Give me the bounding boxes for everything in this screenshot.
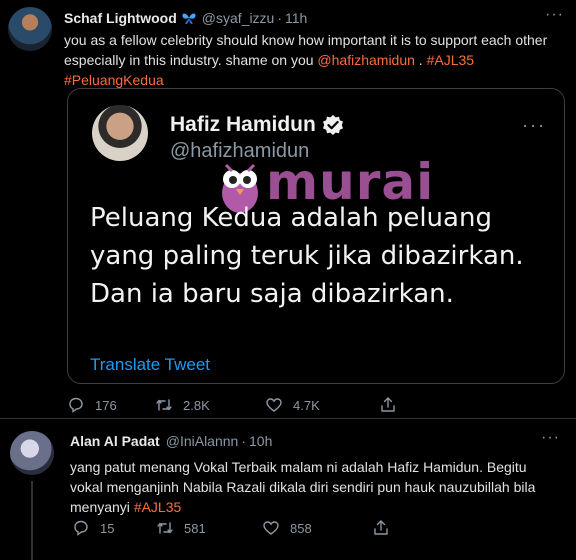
handle[interactable]: @IniAlannn [166, 433, 239, 449]
share-icon [374, 520, 388, 535]
separator-dot: · [277, 10, 283, 26]
like-count: 4.7K [293, 397, 320, 413]
tweet-actions: 176 2.8K 4.7K [67, 396, 467, 414]
tweet-text: you as a fellow celebrity should know ho… [64, 30, 564, 90]
tweet-text: yang patut menang Vokal Terbaik malam ni… [70, 457, 560, 517]
separator-dot: · [241, 433, 246, 449]
more-options-icon[interactable]: ··· [545, 6, 564, 24]
heart-icon [266, 398, 282, 412]
retweet-icon [157, 522, 173, 534]
tweet-header: Alan Al Padat @IniAlannn · 10h [70, 433, 272, 449]
display-name[interactable]: Alan Al Padat [70, 433, 160, 449]
reply-icon [74, 520, 88, 536]
reply-button[interactable]: 176 [67, 396, 155, 414]
like-button[interactable]: 858 [262, 519, 372, 537]
translate-tweet-link[interactable]: Translate Tweet [90, 355, 210, 375]
share-icon [381, 397, 395, 412]
tweet-text-part: you as a fellow celebrity should know ho… [64, 32, 548, 68]
avatar[interactable] [8, 7, 52, 51]
reply-count: 15 [100, 520, 115, 536]
more-options-icon[interactable]: ··· [522, 115, 546, 136]
reply-button[interactable]: 15 [72, 519, 156, 537]
avatar[interactable] [10, 431, 54, 475]
like-button[interactable]: 4.7K [265, 396, 379, 414]
quoted-handle[interactable]: @hafizhamidun [170, 140, 309, 163]
retweet-button[interactable]: 581 [156, 519, 262, 537]
share-button[interactable] [372, 519, 456, 537]
retweet-button[interactable]: 2.8K [155, 396, 265, 414]
verified-badge-icon [322, 115, 343, 135]
reply-icon [69, 397, 83, 413]
thread-line [31, 481, 33, 560]
hashtag-link[interactable]: #AJL35 [427, 52, 474, 68]
more-options-icon[interactable]: ··· [541, 429, 560, 447]
reply-count: 176 [95, 397, 117, 413]
quoted-avatar[interactable] [92, 105, 148, 161]
hashtag-link[interactable]: #PeluangKedua [64, 72, 164, 88]
quoted-display-name[interactable]: Hafiz Hamidun [170, 113, 344, 137]
handle[interactable]: @syaf_izzu [202, 10, 275, 26]
tweet-header: Schaf Lightwood @syaf_izzu · 11h [64, 10, 307, 26]
retweet-count: 2.8K [183, 397, 210, 413]
quoted-tweet-card[interactable]: Hafiz Hamidun @hafizhamidun ··· murai Pe… [67, 88, 565, 384]
tweet-schaf[interactable]: Schaf Lightwood @syaf_izzu · 11h ··· you… [0, 0, 576, 418]
heart-icon [263, 521, 279, 535]
share-button[interactable] [379, 396, 467, 414]
timestamp[interactable]: 11h [285, 10, 307, 26]
retweet-icon [156, 399, 172, 411]
tweet-alan[interactable]: Alan Al Padat @IniAlannn · 10h ··· yang … [0, 418, 576, 560]
mention-link[interactable]: @hafizhamidun [317, 52, 415, 68]
like-count: 858 [290, 520, 312, 536]
quoted-tweet-text: Peluang Kedua adalah peluang yang paling… [90, 203, 524, 309]
quoted-name-text: Hafiz Hamidun [170, 113, 316, 136]
tweet-actions: 15 581 858 [72, 519, 456, 537]
timestamp[interactable]: 10h [249, 433, 272, 449]
retweet-count: 581 [184, 520, 206, 536]
hashtag-link[interactable]: #AJL35 [134, 499, 181, 515]
tweet-text-part: . [414, 52, 427, 68]
display-name[interactable]: Schaf Lightwood [64, 10, 177, 26]
butterfly-emoji-icon [182, 13, 196, 24]
